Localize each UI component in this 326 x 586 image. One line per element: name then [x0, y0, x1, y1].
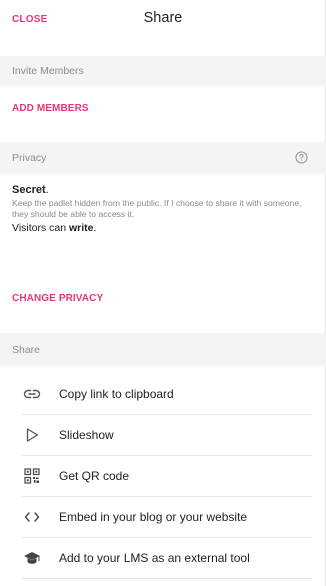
privacy-label: Privacy — [12, 152, 47, 164]
privacy-level-name: Secret — [12, 184, 46, 196]
question-circle-icon[interactable] — [295, 151, 308, 164]
play-icon — [22, 425, 42, 445]
visitors-prefix: Visitors can — [12, 222, 69, 234]
share-header: CLOSE Share — [0, 0, 325, 42]
slideshow-item[interactable]: Slideshow — [22, 415, 312, 456]
share-section-label: Share — [12, 343, 41, 356]
share-options-list: Copy link to clipboard Slideshow Get QR … — [22, 374, 312, 579]
share-section-header: Share — [0, 333, 326, 366]
slideshow-label: Slideshow — [59, 428, 114, 442]
invite-members-section-header: Invite Members — [0, 56, 326, 86]
qr-code-icon — [22, 466, 42, 486]
qr-code-item[interactable]: Get QR code — [22, 456, 312, 497]
code-icon — [22, 507, 42, 527]
privacy-description: Keep the padlet hidden from the public. … — [12, 198, 302, 219]
copy-link-item[interactable]: Copy link to clipboard — [22, 374, 312, 415]
embed-label: Embed in your blog or your website — [59, 510, 248, 524]
privacy-section-header: Privacy — [0, 142, 326, 174]
lms-item[interactable]: Add to your LMS as an external tool — [22, 538, 312, 579]
privacy-level-period: . — [45, 184, 49, 196]
visitors-permission: write — [69, 222, 94, 234]
invite-members-label: Invite Members — [12, 65, 84, 77]
share-panel: CLOSE Share Invite Members ADD MEMBERS P… — [0, 0, 326, 586]
embed-item[interactable]: Embed in your blog or your website — [22, 497, 312, 538]
copy-link-label: Copy link to clipboard — [59, 387, 174, 401]
privacy-secret-block: Secret. Keep the padlet hidden from the … — [12, 184, 317, 220]
panel-title: Share — [143, 10, 183, 26]
link-icon — [22, 384, 42, 404]
add-members-button[interactable]: ADD MEMBERS — [12, 103, 89, 114]
visitor-permission-text: Visitors can write. — [12, 222, 96, 234]
privacy-level: Secret. — [12, 184, 317, 196]
qr-code-label: Get QR code — [59, 469, 130, 483]
lms-label: Add to your LMS as an external tool — [59, 551, 250, 565]
change-privacy-button[interactable]: CHANGE PRIVACY — [12, 293, 103, 304]
visitors-suffix: . — [93, 222, 97, 234]
graduation-cap-icon — [22, 548, 42, 568]
